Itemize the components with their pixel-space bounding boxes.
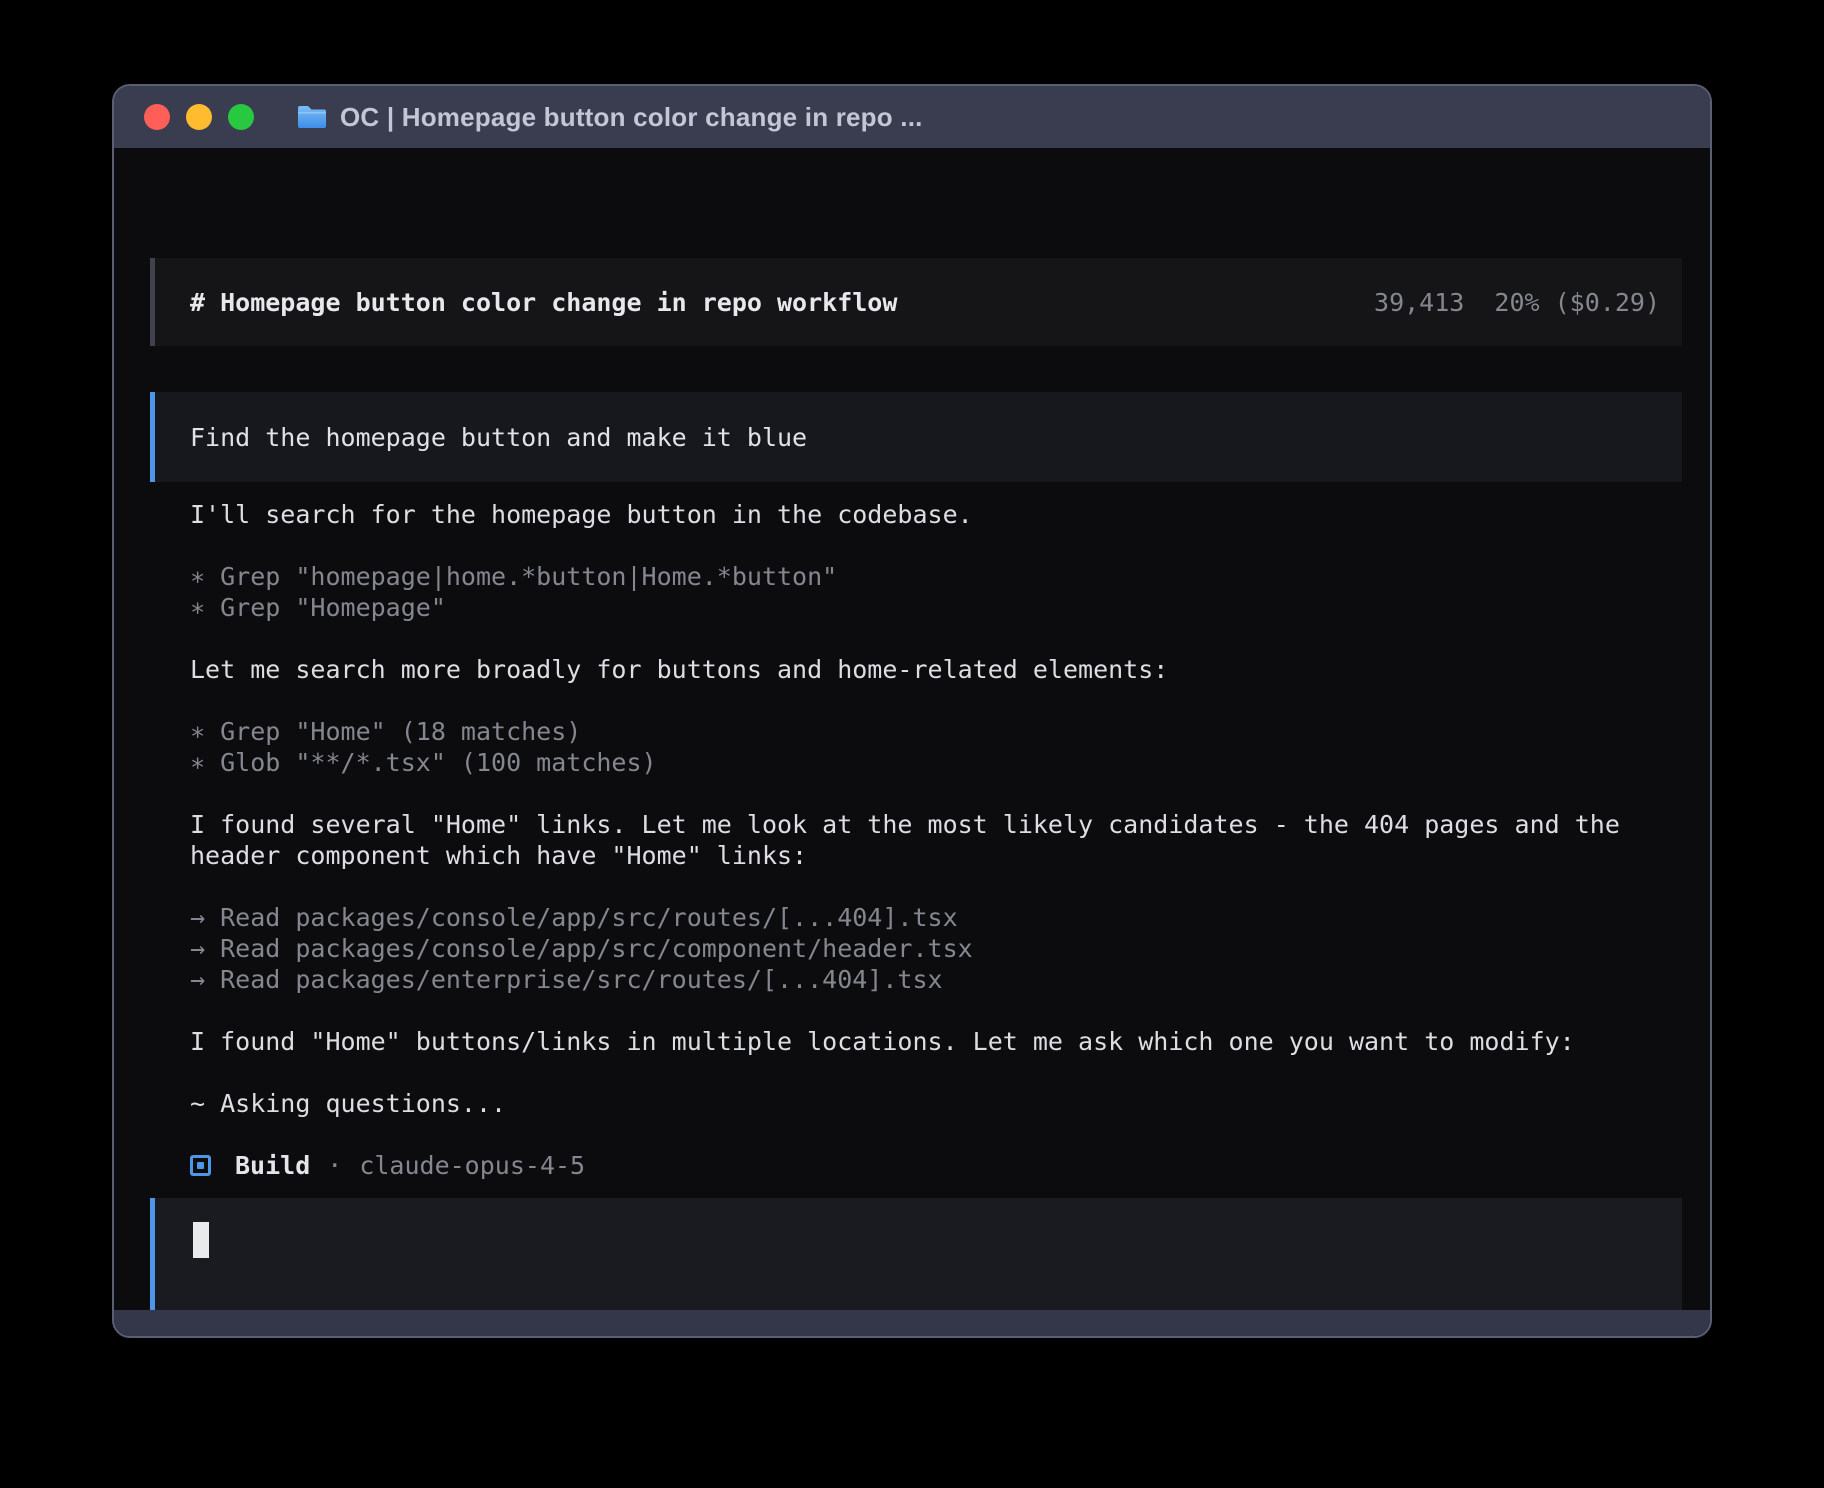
tool-call-grep: ∗ Grep "homepage|home.*button|Home.*butt… [190, 561, 1696, 592]
terminal-body: # Homepage button color change in repo w… [114, 148, 1710, 1310]
asking-questions-line: ~ Asking questions... [190, 1088, 1696, 1119]
window-bottom-strip [114, 1310, 1710, 1336]
agent-separator: · [327, 1150, 342, 1181]
window-title: OC | Homepage button color change in rep… [340, 102, 923, 133]
agent-name: Build [235, 1150, 310, 1181]
tool-call-read: → Read packages/console/app/src/routes/[… [190, 902, 1696, 933]
titlebar: OC | Homepage button color change in rep… [114, 86, 1710, 148]
tool-call-grep: ∗ Grep "Homepage" [190, 592, 1696, 623]
text-cursor [193, 1222, 209, 1258]
traffic-lights [144, 104, 254, 130]
tool-call-read: → Read packages/console/app/src/componen… [190, 933, 1696, 964]
zoom-button[interactable] [228, 104, 254, 130]
assistant-text-line: I found several "Home" links. Let me loo… [190, 809, 1696, 871]
agent-status-row: Build · claude-opus-4-5 [190, 1150, 1696, 1181]
blank-line [190, 778, 1696, 809]
tool-call-grep: ∗ Grep "Home" (18 matches) [190, 716, 1696, 747]
assistant-text-line: Let me search more broadly for buttons a… [190, 654, 1696, 685]
assistant-text-line: I'll search for the homepage button in t… [190, 499, 1696, 530]
agent-model: claude-opus-4-5 [359, 1150, 585, 1181]
blank-line [190, 871, 1696, 902]
close-button[interactable] [144, 104, 170, 130]
assistant-transcript: I'll search for the homepage button in t… [190, 499, 1696, 1181]
session-token-stats: 39,413 20% ($0.29) [1374, 287, 1660, 318]
assistant-text-line: I found "Home" buttons/links in multiple… [190, 1026, 1696, 1057]
terminal-window: OC | Homepage button color change in rep… [112, 84, 1712, 1338]
blank-line [190, 530, 1696, 561]
folder-icon [296, 104, 328, 130]
tool-call-read: → Read packages/enterprise/src/routes/[.… [190, 964, 1696, 995]
blank-line [190, 1057, 1696, 1088]
session-header: # Homepage button color change in repo w… [150, 258, 1682, 346]
user-message: Find the homepage button and make it blu… [150, 392, 1682, 482]
blank-line [190, 685, 1696, 716]
title-group: OC | Homepage button color change in rep… [296, 102, 923, 133]
minimize-button[interactable] [186, 104, 212, 130]
session-title: # Homepage button color change in repo w… [190, 287, 897, 318]
user-message-text: Find the homepage button and make it blu… [190, 422, 807, 453]
blank-line [190, 623, 1696, 654]
build-agent-icon [190, 1155, 211, 1176]
blank-line [190, 995, 1696, 1026]
blank-line [190, 1119, 1696, 1150]
tool-call-glob: ∗ Glob "**/*.tsx" (100 matches) [190, 747, 1696, 778]
